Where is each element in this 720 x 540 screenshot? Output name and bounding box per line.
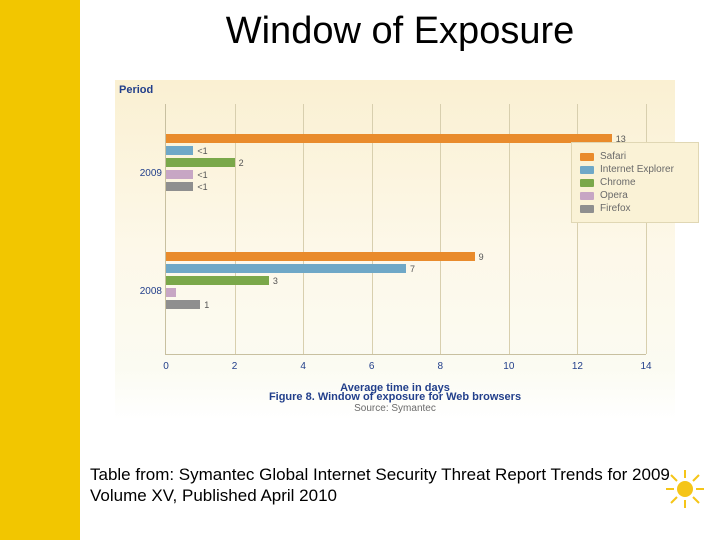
slide-title: Window of Exposure	[80, 10, 720, 53]
chart-figure: Period 2009 2008 0246810121413<12<1<1973…	[115, 80, 675, 420]
slide: Window of Exposure Period 2009 2008 0 2 4 6…	[0, 0, 720, 540]
legend-swatch	[580, 192, 594, 200]
bar-value-label: 3	[273, 276, 278, 286]
x-tick: 10	[494, 361, 524, 372]
legend-label: Chrome	[600, 177, 636, 188]
bar-2009-opera: <1	[166, 170, 193, 179]
bar-value-label: 7	[410, 264, 415, 274]
legend-item: Firefox	[580, 203, 690, 214]
figure-caption: Figure 8. Window of exposure for Web bro…	[115, 391, 675, 414]
legend-label: Safari	[600, 151, 626, 162]
legend-swatch	[580, 179, 594, 187]
sun-logo-icon	[664, 468, 706, 510]
legend-swatch	[580, 153, 594, 161]
figure-caption-source: Source: Symantec	[115, 403, 675, 414]
bar-value-label: 1	[204, 300, 209, 310]
bar-2008-firefox: 1	[166, 300, 200, 309]
accent-band	[0, 0, 80, 540]
chart-legend: Safari Internet Explorer Chrome Opera Firefo…	[571, 142, 699, 223]
legend-label: Opera	[600, 190, 628, 201]
bar-2008-internet-explorer: 7	[166, 264, 406, 273]
bar-value-label: 2	[239, 158, 244, 168]
bar-2009-firefox: <1	[166, 182, 193, 191]
legend-item: Safari	[580, 151, 690, 162]
y-axis-title: Period	[119, 84, 153, 96]
bar-2008-chrome: 3	[166, 276, 269, 285]
legend-item: Internet Explorer	[580, 164, 690, 175]
legend-item: Chrome	[580, 177, 690, 188]
bar-2008-safari: 9	[166, 252, 475, 261]
group-label-2008: 2008	[130, 286, 162, 297]
bar-value-label: <1	[197, 170, 207, 180]
bar-2009-chrome: 2	[166, 158, 235, 167]
x-tick: 14	[631, 361, 661, 372]
x-tick: 0	[151, 361, 181, 372]
bar-value-label: 9	[479, 252, 484, 262]
legend-label: Internet Explorer	[600, 164, 674, 175]
citation-line-2: Volume XV, Published April 2010	[90, 486, 337, 505]
citation-line-1: Table from: Symantec Global Internet Sec…	[90, 465, 670, 484]
citation-text: Table from: Symantec Global Internet Sec…	[90, 464, 700, 507]
x-tick: 2	[220, 361, 250, 372]
bar-value-label: <1	[197, 146, 207, 156]
legend-item: Opera	[580, 190, 690, 201]
legend-swatch	[580, 166, 594, 174]
bar-2009-internet-explorer: <1	[166, 146, 193, 155]
legend-label: Firefox	[600, 203, 631, 214]
group-label-2009: 2009	[130, 168, 162, 179]
figure-caption-title: Figure 8. Window of exposure for Web bro…	[269, 391, 521, 403]
legend-swatch	[580, 205, 594, 213]
bar-2008-opera	[166, 288, 176, 297]
x-tick: 4	[288, 361, 318, 372]
x-tick: 6	[357, 361, 387, 372]
bar-value-label: <1	[197, 182, 207, 192]
bar-2009-safari: 13	[166, 134, 612, 143]
x-tick: 8	[425, 361, 455, 372]
x-tick: 12	[562, 361, 592, 372]
